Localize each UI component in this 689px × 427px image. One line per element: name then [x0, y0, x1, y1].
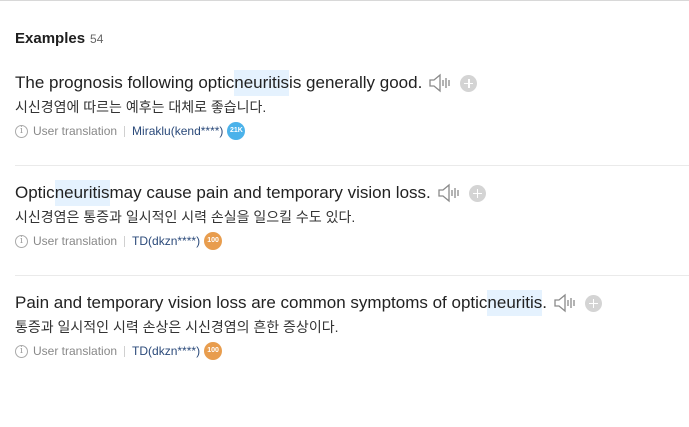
examples-header: Examples 54 — [15, 30, 103, 47]
author-link[interactable]: TD(dkzn****) — [132, 234, 200, 248]
examples-count: 54 — [90, 32, 104, 46]
top-divider — [0, 0, 689, 1]
author-link[interactable]: TD(dkzn****) — [132, 344, 200, 358]
speaker-icon[interactable] — [437, 183, 461, 203]
user-level-badge: 100 — [204, 342, 223, 360]
example-translation: 시신경염은 통증과 일시적인 시력 손실을 일으킬 수도 있다. — [15, 209, 356, 225]
sentence-text: . — [542, 293, 547, 312]
example-sentence: The prognosis following optic neuritis i… — [15, 70, 689, 96]
add-to-wordbook-plus-icon[interactable] — [584, 294, 602, 312]
info-icon[interactable]: i — [15, 124, 28, 138]
sentence-text: Optic — [15, 183, 55, 202]
info-icon[interactable]: i — [15, 234, 28, 248]
highlighted-term[interactable]: neuritis — [234, 70, 290, 96]
speaker-icon[interactable] — [428, 73, 452, 93]
source-label: User translation — [33, 124, 118, 138]
meta-separator — [124, 235, 126, 247]
example-divider — [15, 165, 689, 166]
add-to-wordbook-plus-icon[interactable] — [460, 74, 478, 92]
meta-separator — [124, 345, 126, 357]
sentence-text: Pain and temporary vision loss are commo… — [15, 293, 488, 312]
info-icon[interactable]: i — [15, 344, 28, 358]
source-label: User translation — [33, 344, 118, 358]
example-sentence: Optic neuritis may cause pain and tempor… — [15, 180, 689, 206]
example-meta: i User translation TD(dkzn****) 100 — [15, 232, 689, 250]
example-meta: i User translation TD(dkzn****) 100 — [15, 342, 689, 360]
meta-separator — [124, 125, 126, 137]
user-level-badge: 21K — [227, 122, 246, 140]
example-divider — [15, 275, 689, 276]
example-item: Optic neuritis may cause pain and tempor… — [15, 180, 689, 250]
speaker-icon[interactable] — [553, 293, 577, 313]
user-level-badge: 100 — [204, 232, 223, 250]
highlighted-term[interactable]: neuritis — [487, 290, 543, 316]
source-label: User translation — [33, 234, 118, 248]
example-sentence: Pain and temporary vision loss are commo… — [15, 290, 689, 316]
example-meta: i User translation Miraklu(kend****) 21K — [15, 122, 689, 140]
example-item: The prognosis following optic neuritis i… — [15, 70, 689, 140]
example-translation: 통증과 일시적인 시력 손상은 시신경염의 흔한 증상이다. — [15, 319, 339, 335]
sentence-text: The prognosis following optic — [15, 73, 235, 92]
sentence-text: may cause pain and temporary vision loss… — [109, 183, 431, 202]
highlighted-term[interactable]: neuritis — [54, 180, 110, 206]
add-to-wordbook-plus-icon[interactable] — [468, 184, 486, 202]
example-translation: 시신경염에 따르는 예후는 대체로 좋습니다. — [15, 99, 267, 115]
author-link[interactable]: Miraklu(kend****) — [132, 124, 223, 138]
examples-title: Examples — [15, 30, 86, 47]
example-item: Pain and temporary vision loss are commo… — [15, 290, 689, 360]
sentence-text: is generally good. — [289, 73, 423, 92]
